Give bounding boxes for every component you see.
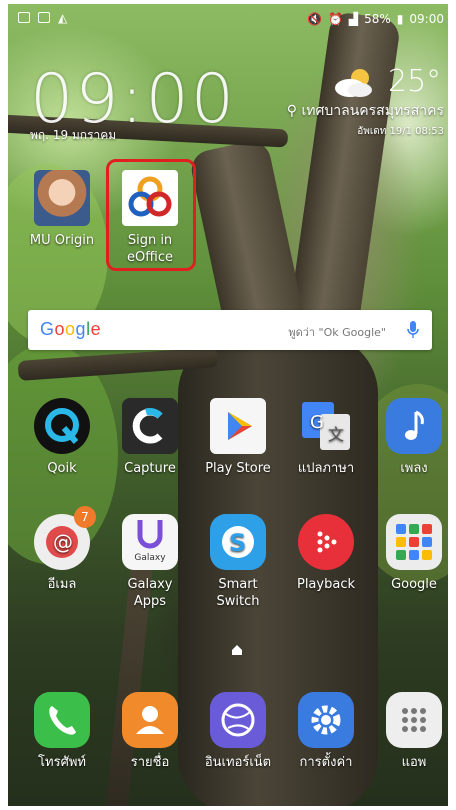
- microphone-icon[interactable]: [406, 320, 420, 340]
- selection-highlight: [106, 159, 196, 271]
- contacts-icon: [122, 692, 178, 748]
- wallpaper-trunk: [284, 10, 402, 358]
- temperature: 25°: [388, 64, 442, 99]
- app-label: Play Store: [205, 461, 271, 476]
- app-phone[interactable]: โทรศัพท์: [22, 692, 102, 771]
- phone-icon: [34, 692, 90, 748]
- app-play-store[interactable]: Play Store: [198, 398, 278, 477]
- google-logo-letter: g: [75, 319, 87, 339]
- location-name: เทศบาลนครสมุทรสาคร: [301, 103, 445, 119]
- app-label: โทรศัพท์: [38, 755, 86, 770]
- app-label: เพลง: [400, 461, 428, 476]
- translate-icon: G文: [298, 398, 354, 454]
- music-icon: [386, 398, 442, 454]
- app-contacts[interactable]: รายชื่อ: [110, 692, 190, 771]
- app-galaxy-apps[interactable]: Galaxy Galaxy Apps: [110, 514, 190, 610]
- google-logo-letter: e: [90, 319, 102, 339]
- home-page-indicator-icon[interactable]: [231, 644, 243, 656]
- app-mu-origin[interactable]: MU Origin: [22, 170, 102, 249]
- app-email[interactable]: @ 7 อีเมล: [22, 506, 102, 593]
- alarm-icon: ⏰: [327, 12, 343, 26]
- app-capture[interactable]: Capture: [110, 398, 190, 477]
- google-logo-letter: o: [65, 319, 76, 339]
- status-bar: ◭ 🔇 ⏰ ▟ 58% ▮ 09:00: [8, 4, 448, 34]
- image-icon: ◭: [58, 11, 68, 25]
- smart-switch-icon: S: [210, 514, 266, 570]
- gallery-icon: [38, 12, 50, 23]
- mail-icon: [18, 12, 30, 23]
- internet-icon: [210, 692, 266, 748]
- app-label: MU Origin: [29, 233, 95, 248]
- google-logo-letter: o: [54, 319, 66, 339]
- clock-date: พฤ. 19 มกราคม: [30, 128, 117, 142]
- svg-text:@: @: [53, 530, 73, 554]
- google-logo: Google: [40, 319, 101, 340]
- app-google-folder[interactable]: Google: [374, 514, 448, 593]
- app-settings[interactable]: การตั้งค่า: [286, 692, 366, 771]
- app-label: Capture: [124, 461, 176, 476]
- location-pin-icon: ⚲: [286, 103, 298, 119]
- google-search-bar[interactable]: Google พูดว่า "Ok Google": [28, 310, 432, 350]
- google-logo-letter: G: [40, 319, 55, 339]
- qoik-icon: [34, 398, 90, 454]
- app-label: Apps: [133, 594, 167, 609]
- app-label: แอพ: [401, 755, 427, 770]
- notification-badge: 7: [74, 506, 96, 528]
- battery-percent: 58%: [364, 12, 391, 26]
- app-drawer[interactable]: แอพ: [374, 692, 448, 771]
- settings-icon: [298, 692, 354, 748]
- email-icon: @ 7: [34, 506, 96, 570]
- svg-text:G: G: [310, 412, 324, 433]
- app-translate[interactable]: G文 แปลภาษา: [286, 398, 366, 477]
- app-qoik[interactable]: Qoik: [22, 398, 102, 477]
- app-smart-switch[interactable]: S Smart Switch: [198, 514, 278, 610]
- app-label: Switch: [216, 594, 260, 609]
- app-label: Playback: [296, 577, 355, 592]
- app-label: Qoik: [47, 461, 77, 476]
- galaxy-apps-icon: Galaxy: [122, 514, 178, 570]
- battery-icon: ▮: [396, 12, 404, 26]
- app-music[interactable]: เพลง: [374, 398, 448, 477]
- app-label: อีเมล: [47, 577, 77, 592]
- play-store-icon: [210, 398, 266, 454]
- google-logo-text: Google: [40, 319, 101, 339]
- apps-drawer-icon: [386, 692, 442, 748]
- weather-location: ⚲ เทศบาลนครสมุทรสาคร: [287, 100, 444, 122]
- galaxy-apps-icon-text: Galaxy: [134, 553, 166, 563]
- app-label: Smart: [218, 577, 258, 592]
- mute-icon: 🔇: [306, 12, 322, 26]
- home-screen: ◭ 🔇 ⏰ ▟ 58% ▮ 09:00 09:00 พฤ. 19 มกราคม …: [8, 4, 448, 806]
- app-label: อินเทอร์เน็ต: [204, 755, 272, 770]
- status-time: 09:00: [409, 12, 444, 26]
- signal-icon: ▟: [348, 12, 359, 26]
- mu-origin-icon: [34, 170, 90, 226]
- app-playback[interactable]: Playback: [286, 514, 366, 593]
- app-label: การตั้งค่า: [299, 755, 353, 770]
- playback-icon: [298, 514, 354, 570]
- app-label: Galaxy: [127, 577, 173, 592]
- app-internet[interactable]: อินเทอร์เน็ต: [198, 692, 278, 771]
- google-folder-icon: [386, 514, 442, 570]
- svg-text:文: 文: [328, 425, 344, 444]
- partly-cloudy-icon: [335, 69, 372, 97]
- app-label: รายชื่อ: [130, 755, 170, 770]
- app-label: Google: [391, 577, 437, 592]
- capture-icon: [122, 398, 178, 454]
- app-label: แปลภาษา: [297, 461, 355, 476]
- search-hint: พูดว่า "Ok Google": [288, 326, 386, 339]
- svg-text:S: S: [229, 529, 246, 557]
- weather-updated: อัพเดท 19/1 08:53: [357, 126, 444, 137]
